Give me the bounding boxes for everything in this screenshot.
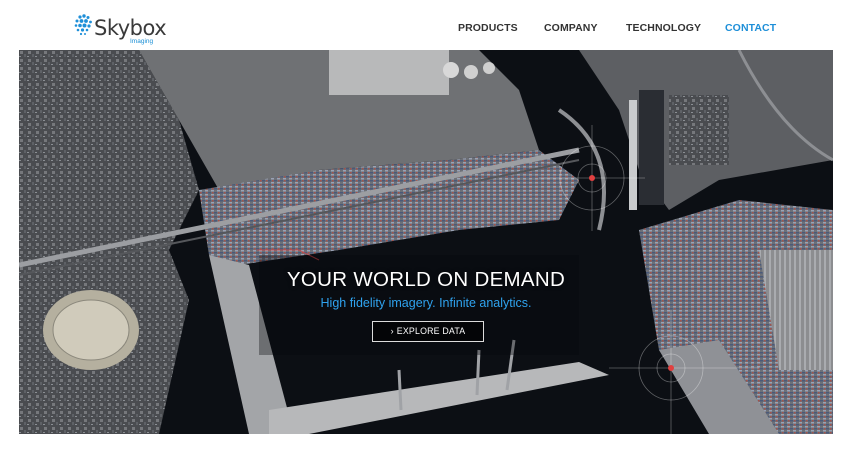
nav-technology[interactable]: TECHNOLOGY bbox=[626, 22, 701, 34]
nav-company[interactable]: COMPANY bbox=[544, 22, 598, 34]
skybox-logo[interactable]: Skybox Imaging bbox=[72, 11, 167, 45]
brand-tagline: Imaging bbox=[130, 38, 154, 45]
brand-name: Skybox bbox=[94, 16, 167, 40]
globe-dots-icon bbox=[74, 14, 92, 36]
nav-products[interactable]: PRODUCTS bbox=[458, 22, 518, 34]
nav-contact[interactable]: CONTACT bbox=[725, 22, 776, 34]
hero-subtitle: High fidelity imagery. Infinite analytic… bbox=[320, 296, 532, 310]
hero-title: YOUR WORLD ON DEMAND bbox=[286, 268, 566, 291]
site-header: Skybox Imaging PRODUCTS COMPANY TECHNOLO… bbox=[0, 0, 851, 50]
explore-data-button[interactable]: › EXPLORE DATA bbox=[372, 321, 484, 342]
explore-data-label: EXPLORE DATA bbox=[396, 326, 466, 336]
chevron-right-icon: › bbox=[390, 326, 394, 336]
satellite-port-image bbox=[19, 50, 833, 434]
hero-banner: YOUR WORLD ON DEMAND High fidelity image… bbox=[19, 50, 833, 434]
